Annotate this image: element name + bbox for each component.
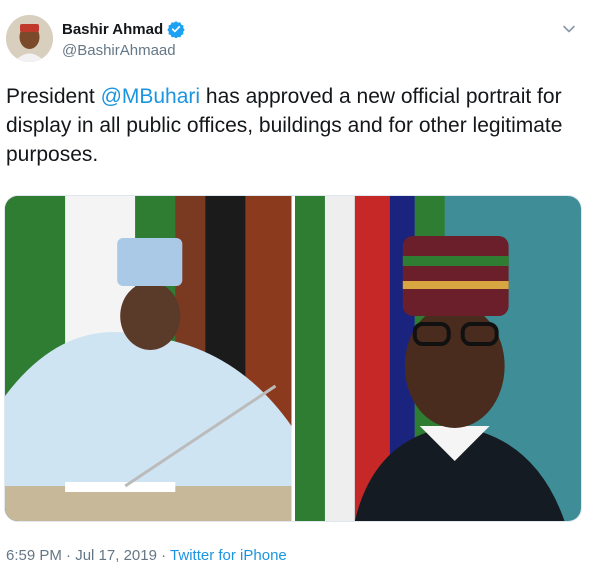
author-name-row[interactable]: Bashir Ahmad bbox=[62, 20, 185, 38]
tweet-text: President @MBuhari has approved a new of… bbox=[6, 82, 584, 169]
tweet-date[interactable]: Jul 17, 2019 bbox=[75, 547, 157, 564]
chevron-down-icon[interactable] bbox=[562, 22, 576, 36]
photo-official-portrait[interactable] bbox=[294, 196, 581, 521]
author-handle[interactable]: @BashirAhmaad bbox=[62, 42, 176, 59]
avatar-image bbox=[6, 15, 53, 62]
author-name[interactable]: Bashir Ahmad bbox=[62, 21, 163, 38]
avatar[interactable] bbox=[6, 15, 53, 62]
tweet-source-link[interactable]: Twitter for iPhone bbox=[170, 547, 287, 564]
tweet-media bbox=[4, 195, 582, 522]
photo-official-portrait-image bbox=[294, 196, 581, 521]
tweet-text-before: President bbox=[6, 85, 101, 108]
mention-link[interactable]: @MBuhari bbox=[101, 85, 201, 108]
tweet-footer: 6:59 PM · Jul 17, 2019 · Twitter for iPh… bbox=[6, 547, 287, 564]
tweet-time[interactable]: 6:59 PM bbox=[6, 547, 62, 564]
verified-badge-icon bbox=[167, 21, 185, 38]
photo-signing-document[interactable] bbox=[5, 196, 292, 521]
footer-separator: · bbox=[161, 547, 167, 564]
photo-signing-document-image bbox=[5, 196, 292, 521]
footer-separator: · bbox=[66, 547, 72, 564]
